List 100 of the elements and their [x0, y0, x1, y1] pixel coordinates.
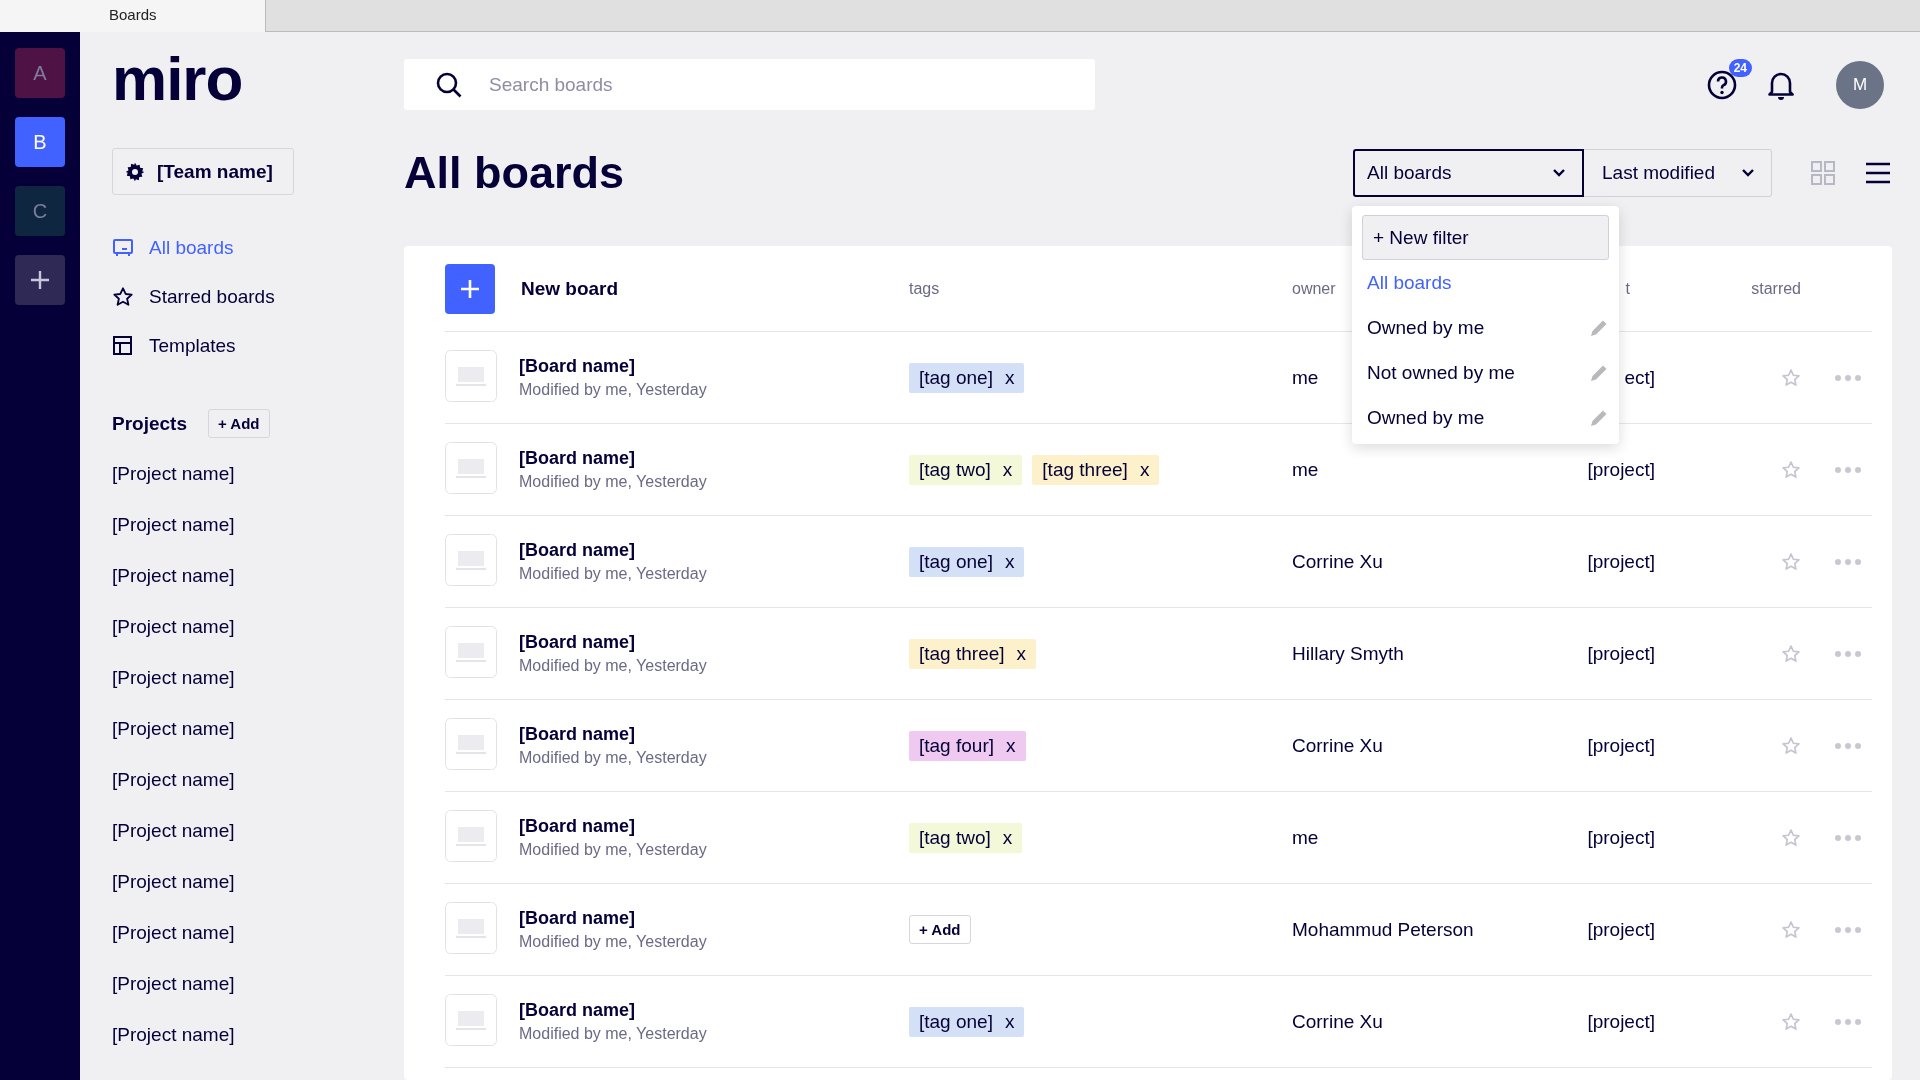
- remove-tag-button[interactable]: x: [1004, 1010, 1015, 1033]
- project-item[interactable]: [Project name]: [112, 616, 235, 638]
- board-name[interactable]: [Board name]: [519, 356, 635, 377]
- star-icon[interactable]: [1781, 551, 1801, 572]
- nav-item[interactable]: Starred boards: [112, 286, 275, 308]
- board-name[interactable]: [Board name]: [519, 632, 635, 653]
- tag: [tag three] x: [1032, 454, 1160, 485]
- new-filter-button[interactable]: + New filter: [1362, 215, 1609, 260]
- more-icon[interactable]: [1834, 925, 1862, 934]
- project-item[interactable]: [Project name]: [112, 871, 235, 893]
- board-thumbnail-icon: [445, 901, 497, 954]
- sort-dropdown[interactable]: Last modified: [1584, 149, 1772, 197]
- search-icon: [434, 70, 464, 100]
- board-name[interactable]: [Board name]: [519, 448, 635, 469]
- tag: [tag three] x: [909, 638, 1037, 669]
- more-icon[interactable]: [1834, 741, 1862, 750]
- board-name[interactable]: [Board name]: [519, 724, 635, 745]
- project-item[interactable]: [Project name]: [112, 769, 235, 791]
- board-name[interactable]: [Board name]: [519, 1000, 635, 1021]
- page-title: All boards: [404, 147, 625, 199]
- modified-text: Modified by me, Yesterday: [519, 381, 707, 399]
- project-item[interactable]: [Project name]: [112, 718, 235, 740]
- owner-cell: me: [1292, 826, 1319, 848]
- list-view-icon[interactable]: [1864, 161, 1892, 185]
- filter-option[interactable]: Not owned by me: [1362, 350, 1609, 395]
- board-name[interactable]: [Board name]: [519, 908, 635, 929]
- plus-icon: [29, 269, 51, 291]
- workspace-tile[interactable]: B: [15, 117, 65, 167]
- search-field[interactable]: Search boards: [404, 59, 1095, 110]
- nav-item[interactable]: All boards: [112, 237, 234, 259]
- modified-text: Modified by me, Yesterday: [519, 1025, 707, 1043]
- add-tag-button[interactable]: + Add: [909, 915, 971, 944]
- plus-icon: [459, 277, 481, 300]
- workspace-tile[interactable]: C: [15, 186, 65, 236]
- project-cell: [project]: [1587, 642, 1655, 664]
- board-icon: [112, 237, 134, 259]
- board-thumbnail-icon: [445, 533, 497, 586]
- new-board-label[interactable]: New board: [521, 277, 619, 299]
- more-icon[interactable]: [1834, 833, 1862, 842]
- modified-text: Modified by me, Yesterday: [519, 749, 707, 767]
- logo: miro: [112, 48, 243, 108]
- project-cell: [project]: [1587, 734, 1655, 756]
- filter-option[interactable]: All boards: [1362, 260, 1609, 305]
- more-icon[interactable]: [1834, 465, 1862, 474]
- project-cell: [project]: [1587, 826, 1655, 848]
- new-board-button[interactable]: [445, 263, 495, 314]
- tag: [tag two] x: [909, 822, 1023, 853]
- grid-view-icon[interactable]: [1810, 160, 1836, 186]
- remove-tag-button[interactable]: x: [1002, 826, 1013, 849]
- tag: [tag four] x: [909, 730, 1026, 761]
- board-thumbnail-icon: [445, 441, 497, 494]
- star-icon[interactable]: [1781, 367, 1801, 388]
- settings-icon: [125, 161, 145, 182]
- more-icon[interactable]: [1834, 649, 1862, 658]
- project-item[interactable]: [Project name]: [112, 463, 235, 485]
- project-cell: [project]: [1587, 918, 1655, 940]
- remove-tag-button[interactable]: x: [1139, 458, 1150, 481]
- owner-cell: Corrine Xu: [1292, 1010, 1383, 1032]
- filter-dropdown[interactable]: All boards: [1353, 149, 1584, 197]
- column-header: t: [1625, 279, 1630, 297]
- modified-text: Modified by me, Yesterday: [519, 657, 707, 675]
- star-icon[interactable]: [1781, 735, 1801, 756]
- filter-option[interactable]: Owned by me: [1362, 305, 1609, 350]
- remove-tag-button[interactable]: x: [1004, 550, 1015, 573]
- star-icon: [112, 286, 134, 308]
- board-thumbnail-icon: [445, 625, 497, 678]
- star-icon[interactable]: [1781, 459, 1801, 480]
- team-button[interactable]: [Team name]: [112, 148, 294, 195]
- add-project-button[interactable]: + Add: [208, 409, 270, 438]
- modified-text: Modified by me, Yesterday: [519, 565, 707, 583]
- project-item[interactable]: [Project name]: [112, 565, 235, 587]
- board-thumbnail-icon: [445, 717, 497, 770]
- remove-tag-button[interactable]: x: [1016, 642, 1027, 665]
- remove-tag-button[interactable]: x: [1004, 366, 1015, 389]
- more-icon[interactable]: [1834, 373, 1862, 382]
- board-thumbnail-icon: [445, 993, 497, 1046]
- filter-option[interactable]: Owned by me: [1362, 395, 1609, 440]
- star-icon[interactable]: [1781, 643, 1801, 664]
- star-icon[interactable]: [1781, 919, 1801, 940]
- nav-item[interactable]: Templates: [112, 335, 236, 357]
- project-cell: ect]: [1624, 366, 1655, 388]
- project-item[interactable]: [Project name]: [112, 667, 235, 689]
- star-icon[interactable]: [1781, 827, 1801, 848]
- owner-cell: Mohammud Peterson: [1292, 918, 1474, 940]
- board-name[interactable]: [Board name]: [519, 816, 635, 837]
- remove-tag-button[interactable]: x: [1006, 734, 1016, 757]
- star-icon[interactable]: [1781, 1011, 1801, 1032]
- owner-cell: me: [1292, 458, 1319, 480]
- project-item[interactable]: [Project name]: [112, 820, 235, 842]
- avatar[interactable]: M: [1836, 60, 1884, 109]
- more-icon[interactable]: [1834, 557, 1862, 566]
- remove-tag-button[interactable]: x: [1002, 458, 1013, 481]
- add-workspace-button[interactable]: [15, 255, 65, 305]
- project-item[interactable]: [Project name]: [112, 973, 235, 995]
- more-icon[interactable]: [1834, 1017, 1862, 1026]
- project-item[interactable]: [Project name]: [112, 514, 235, 536]
- project-item[interactable]: [Project name]: [112, 1024, 235, 1046]
- chevron-down-icon: [1741, 168, 1755, 178]
- project-item[interactable]: [Project name]: [112, 922, 235, 944]
- board-name[interactable]: [Board name]: [519, 540, 635, 561]
